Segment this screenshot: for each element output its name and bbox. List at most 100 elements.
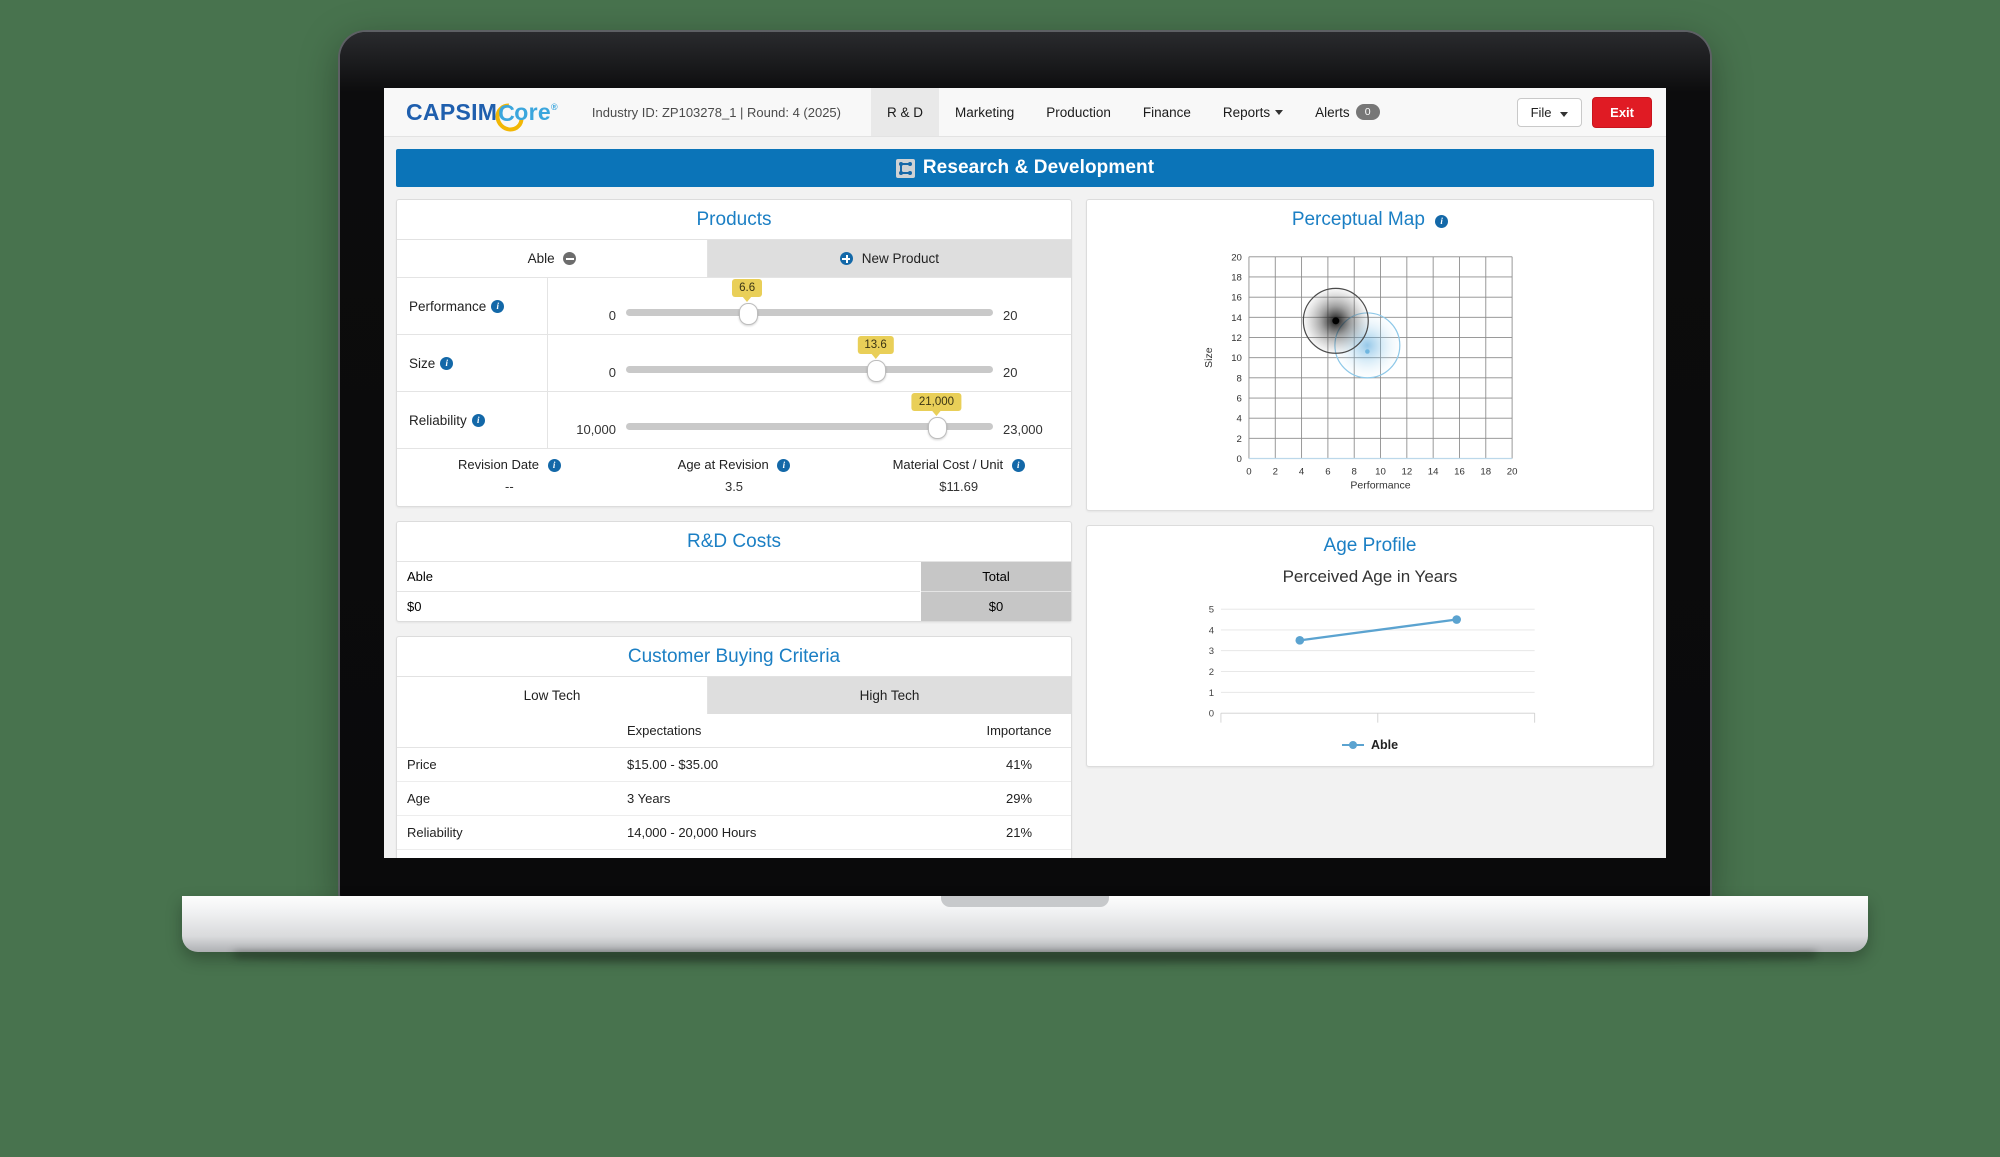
- svg-text:12: 12: [1231, 333, 1242, 344]
- slider-body-size: 0 13.6 20: [548, 335, 1071, 391]
- perceptual-map-svg: 2018 1614 1210 86 42 0 02 46 8 10 12 14 …: [1203, 252, 1517, 491]
- slider-label-performance: Performance i: [397, 278, 548, 334]
- svg-text:8: 8: [1237, 373, 1242, 384]
- info-icon[interactable]: i: [547, 459, 561, 472]
- legend-marker-icon: [1341, 740, 1364, 750]
- age-profile-subtitle: Perceived Age in Years: [1282, 567, 1458, 586]
- page-header: Research & Development: [396, 149, 1654, 187]
- cbc-row-ideal-position-importance: 9%: [967, 850, 1071, 859]
- tab-new-product[interactable]: New Product: [708, 240, 1071, 277]
- cbc-row-price-name: Price: [397, 747, 617, 782]
- slider-row-performance: Performance i 0 6.6 20: [397, 277, 1071, 334]
- slider-value-bubble-performance: 6.6: [732, 279, 763, 302]
- age-profile-chart: 5 4 3 2 1 0 Able: [1087, 595, 1653, 766]
- age-at-revision-value: 3.5: [724, 479, 744, 494]
- cbc-table: Expectations Importance Price $15.00 - $…: [397, 714, 1071, 858]
- perceptual-map-title: Perceptual Map: [1291, 209, 1425, 230]
- brand-logo[interactable]: CAPSIM Core®: [384, 88, 566, 137]
- info-icon[interactable]: i: [471, 413, 485, 427]
- info-icon[interactable]: i: [440, 356, 454, 370]
- tab-product-able[interactable]: Able: [397, 240, 709, 277]
- age-profile-legend: Able: [1099, 738, 1641, 752]
- revision-date-label-wrap: Revision Date i: [397, 457, 622, 472]
- info-icon[interactable]: i: [491, 299, 505, 313]
- rd-costs-product-label: Able: [397, 561, 921, 592]
- svg-text:0: 0: [1209, 709, 1214, 720]
- cbc-row-ideal-position-name: Ideal Position: [397, 850, 617, 859]
- nav-item-production[interactable]: Production: [1030, 88, 1127, 136]
- revision-date-cell: Revision Date i --: [397, 457, 622, 494]
- slider-track-reliability[interactable]: 21,000: [626, 393, 993, 439]
- tab-low-tech[interactable]: Low Tech: [397, 677, 709, 714]
- page-content: Products Able New Product Performance i …: [384, 187, 1666, 858]
- table-row: Price $15.00 - $35.00 41%: [397, 747, 1071, 782]
- revision-date-value: --: [505, 479, 514, 494]
- svg-text:6: 6: [1237, 394, 1242, 405]
- nav-item-rd-label: R & D: [887, 104, 924, 120]
- material-cost-value: $11.69: [939, 479, 979, 494]
- material-cost-label-wrap: Material Cost / Unit i: [846, 457, 1071, 472]
- svg-text:16: 16: [1231, 293, 1242, 304]
- info-icon[interactable]: i: [1011, 459, 1025, 472]
- cbc-col-criterion: [397, 714, 617, 748]
- age-at-revision-label-wrap: Age at Revision i: [622, 457, 847, 472]
- svg-text:10: 10: [1231, 353, 1242, 364]
- slider-track-performance[interactable]: 6.6: [626, 279, 993, 325]
- file-menu-button[interactable]: File: [1516, 97, 1583, 127]
- age-profile-legend-label: Able: [1370, 738, 1399, 752]
- rd-costs-product-value: $0: [397, 591, 921, 621]
- nav-item-marketing[interactable]: Marketing: [939, 88, 1030, 136]
- slider-label-size-text: Size: [409, 355, 436, 371]
- browser-screen: CAPSIM Core® Industry ID: ZP103278_1 | Ro…: [384, 88, 1666, 858]
- svg-text:16: 16: [1454, 466, 1465, 477]
- svg-text:4: 4: [1209, 625, 1215, 636]
- svg-text:20: 20: [1231, 252, 1242, 263]
- slider-track-size[interactable]: 13.6: [626, 336, 993, 382]
- svg-text:0: 0: [1237, 454, 1242, 465]
- table-row: Ideal Position Pfmn. 6.8, Size 13.2 9%: [397, 850, 1071, 859]
- age-at-revision-label: Age at Revision: [677, 457, 769, 472]
- product-tabs: Able New Product: [397, 239, 1071, 277]
- minus-circle-icon[interactable]: [563, 252, 577, 265]
- cbc-row-age-importance: 29%: [967, 781, 1071, 816]
- nav-item-reports[interactable]: Reports: [1207, 88, 1299, 136]
- rd-costs-value-row: $0 $0: [397, 591, 1071, 621]
- slider-label-performance-text: Performance: [409, 298, 487, 314]
- cbc-header-row: Expectations Importance: [397, 714, 1071, 748]
- nav-item-production-label: Production: [1046, 104, 1111, 120]
- tab-high-tech[interactable]: High Tech: [708, 677, 1071, 714]
- tab-high-tech-label: High Tech: [859, 688, 920, 703]
- network-nodes-icon: [895, 158, 915, 178]
- slider-handle-size[interactable]: [867, 360, 887, 382]
- svg-text:1: 1: [1209, 688, 1214, 699]
- rd-costs-header-row: Able Total: [397, 561, 1071, 592]
- info-icon[interactable]: i: [777, 459, 791, 472]
- file-menu-label: File: [1530, 104, 1552, 120]
- slider-handle-reliability[interactable]: [927, 417, 947, 439]
- material-cost-cell: Material Cost / Unit i $11.69: [846, 457, 1071, 494]
- brand-name-part1: CAPSIM: [406, 98, 498, 125]
- svg-text:4: 4: [1237, 414, 1243, 425]
- age-profile-svg: 5 4 3 2 1 0: [1209, 605, 1536, 723]
- cbc-row-age-name: Age: [397, 781, 617, 816]
- slider-handle-performance[interactable]: [738, 303, 758, 325]
- slider-min-reliability: 10,000: [576, 422, 616, 437]
- svg-text:0: 0: [1246, 466, 1251, 477]
- products-card: Products Able New Product Performance i …: [396, 199, 1072, 507]
- info-icon[interactable]: i: [1435, 215, 1449, 228]
- left-column: Products Able New Product Performance i …: [396, 199, 1072, 858]
- chevron-down-icon: [1275, 109, 1284, 115]
- svg-text:2: 2: [1209, 667, 1214, 678]
- nav-item-rd[interactable]: R & D: [871, 88, 940, 136]
- laptop-base: [182, 896, 1868, 952]
- perceptual-map-card: Perceptual Map i 20 18 16 14 12 10 8 6 4…: [1086, 199, 1654, 511]
- svg-text:12: 12: [1401, 466, 1412, 477]
- nav-item-alerts[interactable]: Alerts 0: [1299, 88, 1396, 136]
- rd-costs-card: R&D Costs Able Total $0 $0: [396, 521, 1072, 622]
- material-cost-label: Material Cost / Unit: [892, 457, 1004, 472]
- nav-item-finance[interactable]: Finance: [1127, 88, 1207, 136]
- svg-text:2: 2: [1237, 434, 1242, 445]
- exit-button[interactable]: Exit: [1592, 96, 1652, 128]
- svg-text:3: 3: [1209, 646, 1214, 657]
- laptop-notch: [941, 896, 1109, 907]
